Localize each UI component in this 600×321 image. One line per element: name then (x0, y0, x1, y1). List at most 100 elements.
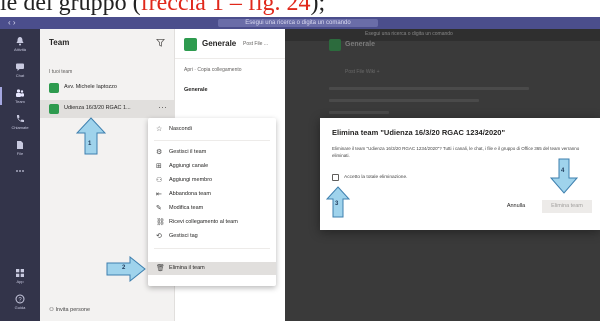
arrow-down-icon (549, 158, 579, 194)
menu-item-edit-team[interactable]: ✎ Modifica team (148, 202, 276, 215)
menu-item-manage-tags[interactable]: ⟲ Gestisci tag (148, 230, 276, 243)
gear-icon: ⚙ (156, 149, 163, 156)
menu-item-hide[interactable]: ☆ Nascondi (148, 123, 276, 136)
team-name: Avv. Michele Iaptozzo (64, 84, 117, 90)
channel-section-title: Generale (184, 87, 208, 93)
caption-prefix: le del gruppo ( (0, 0, 141, 16)
team-context-menu: ☆ Nascondi ⚙ Gestisci il team ⊞ Aggiungi ca… (148, 118, 276, 286)
tag-icon: ⟲ (156, 233, 162, 240)
confirm-delete-checkbox[interactable] (332, 174, 339, 181)
menu-item-add-member[interactable]: ⚇ Aggiungi membro (148, 174, 276, 187)
confirm-delete-label: Accetto la totale eliminazione. (344, 175, 408, 180)
annotation-arrow-1: 1 (75, 117, 107, 155)
channel-avatar (184, 38, 197, 51)
rail-label: Chiamate (11, 125, 29, 130)
caption-suffix: ); (310, 0, 326, 16)
channel-toolbar[interactable]: Apri · Copia collegamento (184, 67, 242, 73)
menu-item-label: Ricevi collegamento al team (169, 219, 238, 225)
help-icon: ? (15, 294, 25, 304)
add-member-icon: ⚇ (156, 177, 163, 184)
menu-item-label: Nascondi (169, 126, 192, 132)
dialog-title: Elimina team "Udienza 16/3/20 RGAC 1234/… (332, 128, 506, 137)
bell-icon (16, 37, 24, 46)
screenshot-root: le del gruppo (freccia 1 – fig. 24); ‹ ›… (0, 0, 600, 321)
menu-item-get-link[interactable]: ⛓ Ricevi collegamento al team (148, 216, 276, 229)
document-caption: le del gruppo (freccia 1 – fig. 24); (0, 0, 600, 17)
annotation-arrow-2: 2 (106, 255, 146, 283)
rail-label: Team (15, 99, 25, 104)
cancel-button[interactable]: Annulla (496, 200, 536, 213)
team-avatar (49, 83, 59, 93)
caption-red-text: freccia 1 – fig. 24 (140, 0, 311, 16)
arrow-right-icon (106, 255, 146, 283)
dialog-body: Eliminare il team "Udienza 16/3/20 RGAC … (332, 146, 580, 158)
annotation-arrow-3: 3 (325, 186, 351, 218)
teams-title: Team (49, 38, 70, 47)
invite-people-link[interactable]: ⚇ Invita persone (49, 307, 90, 313)
menu-separator (154, 248, 270, 249)
menu-item-label: Gestisci il team (169, 149, 207, 155)
team-row[interactable]: Avv. Michele Iaptozzo (40, 79, 175, 97)
phone-icon (16, 115, 24, 123)
teams-icon (16, 89, 24, 97)
rail-item-more[interactable] (0, 163, 40, 187)
menu-item-delete-team[interactable]: 🗑 Elimina il team (148, 262, 276, 275)
rail-label: Chat (15, 73, 25, 78)
app-title-bar: ‹ › Esegui una ricerca o digita un coman… (0, 17, 600, 29)
rail-item-files[interactable]: File (0, 137, 40, 161)
channel-tabs[interactable]: Post File ... (243, 41, 268, 47)
rail-label: App (16, 279, 24, 284)
app-rail: Attività Chat Team Chiamate File App ? G… (0, 29, 40, 321)
menu-item-manage-team[interactable]: ⚙ Gestisci il team (148, 146, 276, 159)
dim-channel-tabs: Post File Wiki + (345, 69, 380, 75)
menu-item-label: Aggiungi membro (169, 177, 213, 183)
team-row-selected[interactable]: Udienza 16/3/20 RGAC 1... ··· (40, 100, 175, 118)
dim-channel-avatar (329, 39, 341, 51)
chat-icon (16, 63, 24, 71)
channel-header: Generale Post File ... (175, 29, 285, 59)
channel-name: Generale (202, 39, 237, 48)
delete-team-button[interactable]: Elimina team (542, 200, 592, 213)
file-icon (17, 141, 23, 149)
menu-item-label: Abbandona team (169, 191, 211, 197)
team-group-label: I tuoi team (49, 69, 73, 75)
rail-item-activity[interactable]: Attività (0, 33, 40, 57)
trash-icon: 🗑 (156, 265, 165, 272)
filter-icon[interactable] (156, 38, 165, 47)
rail-item-help[interactable]: ? Guida (0, 291, 40, 315)
annotation-number: 3 (335, 201, 339, 207)
team-name: Udienza 16/3/20 RGAC 1... (64, 105, 131, 111)
menu-item-add-channel[interactable]: ⊞ Aggiungi canale (148, 160, 276, 173)
arrow-up-icon (75, 117, 107, 155)
hide-icon: ☆ (156, 126, 163, 133)
more-options-icon[interactable]: ··· (158, 102, 167, 112)
leave-icon: ⇤ (156, 191, 162, 198)
search-box[interactable]: Esegui una ricerca o digita un comando (218, 19, 378, 27)
menu-separator (154, 140, 270, 141)
history-nav-buttons[interactable]: ‹ › (8, 17, 16, 29)
rail-label: File (16, 151, 24, 156)
annotation-number: 2 (122, 265, 126, 271)
menu-item-label: Gestisci tag (169, 233, 198, 239)
menu-item-leave-team[interactable]: ⇤ Abbandona team (148, 188, 276, 201)
rail-label: Guida (14, 305, 26, 310)
menu-item-label: Modifica team (169, 205, 204, 211)
link-icon: ⛓ (156, 219, 165, 226)
rail-item-teams[interactable]: Team (0, 85, 40, 109)
rail-item-calls[interactable]: Chiamate (0, 111, 40, 135)
menu-item-label: Elimina il team (169, 265, 205, 271)
menu-item-label: Aggiungi canale (169, 163, 209, 169)
rail-item-chat[interactable]: Chat (0, 59, 40, 83)
more-icon (16, 170, 24, 172)
caption-text: le del gruppo (freccia 1 – fig. 24); (0, 0, 325, 17)
dim-search-text: Esegui una ricerca o digita un comando (365, 31, 453, 37)
add-channel-icon: ⊞ (156, 163, 162, 170)
annotation-number: 4 (561, 168, 565, 174)
rail-label: Attività (13, 47, 26, 52)
edit-icon: ✎ (156, 205, 162, 212)
invite-label: Invita persone (55, 307, 91, 313)
annotation-number: 1 (88, 141, 92, 147)
apps-icon (16, 269, 24, 277)
dim-channel-name: Generale (345, 41, 375, 48)
rail-item-apps[interactable]: App (0, 265, 40, 289)
